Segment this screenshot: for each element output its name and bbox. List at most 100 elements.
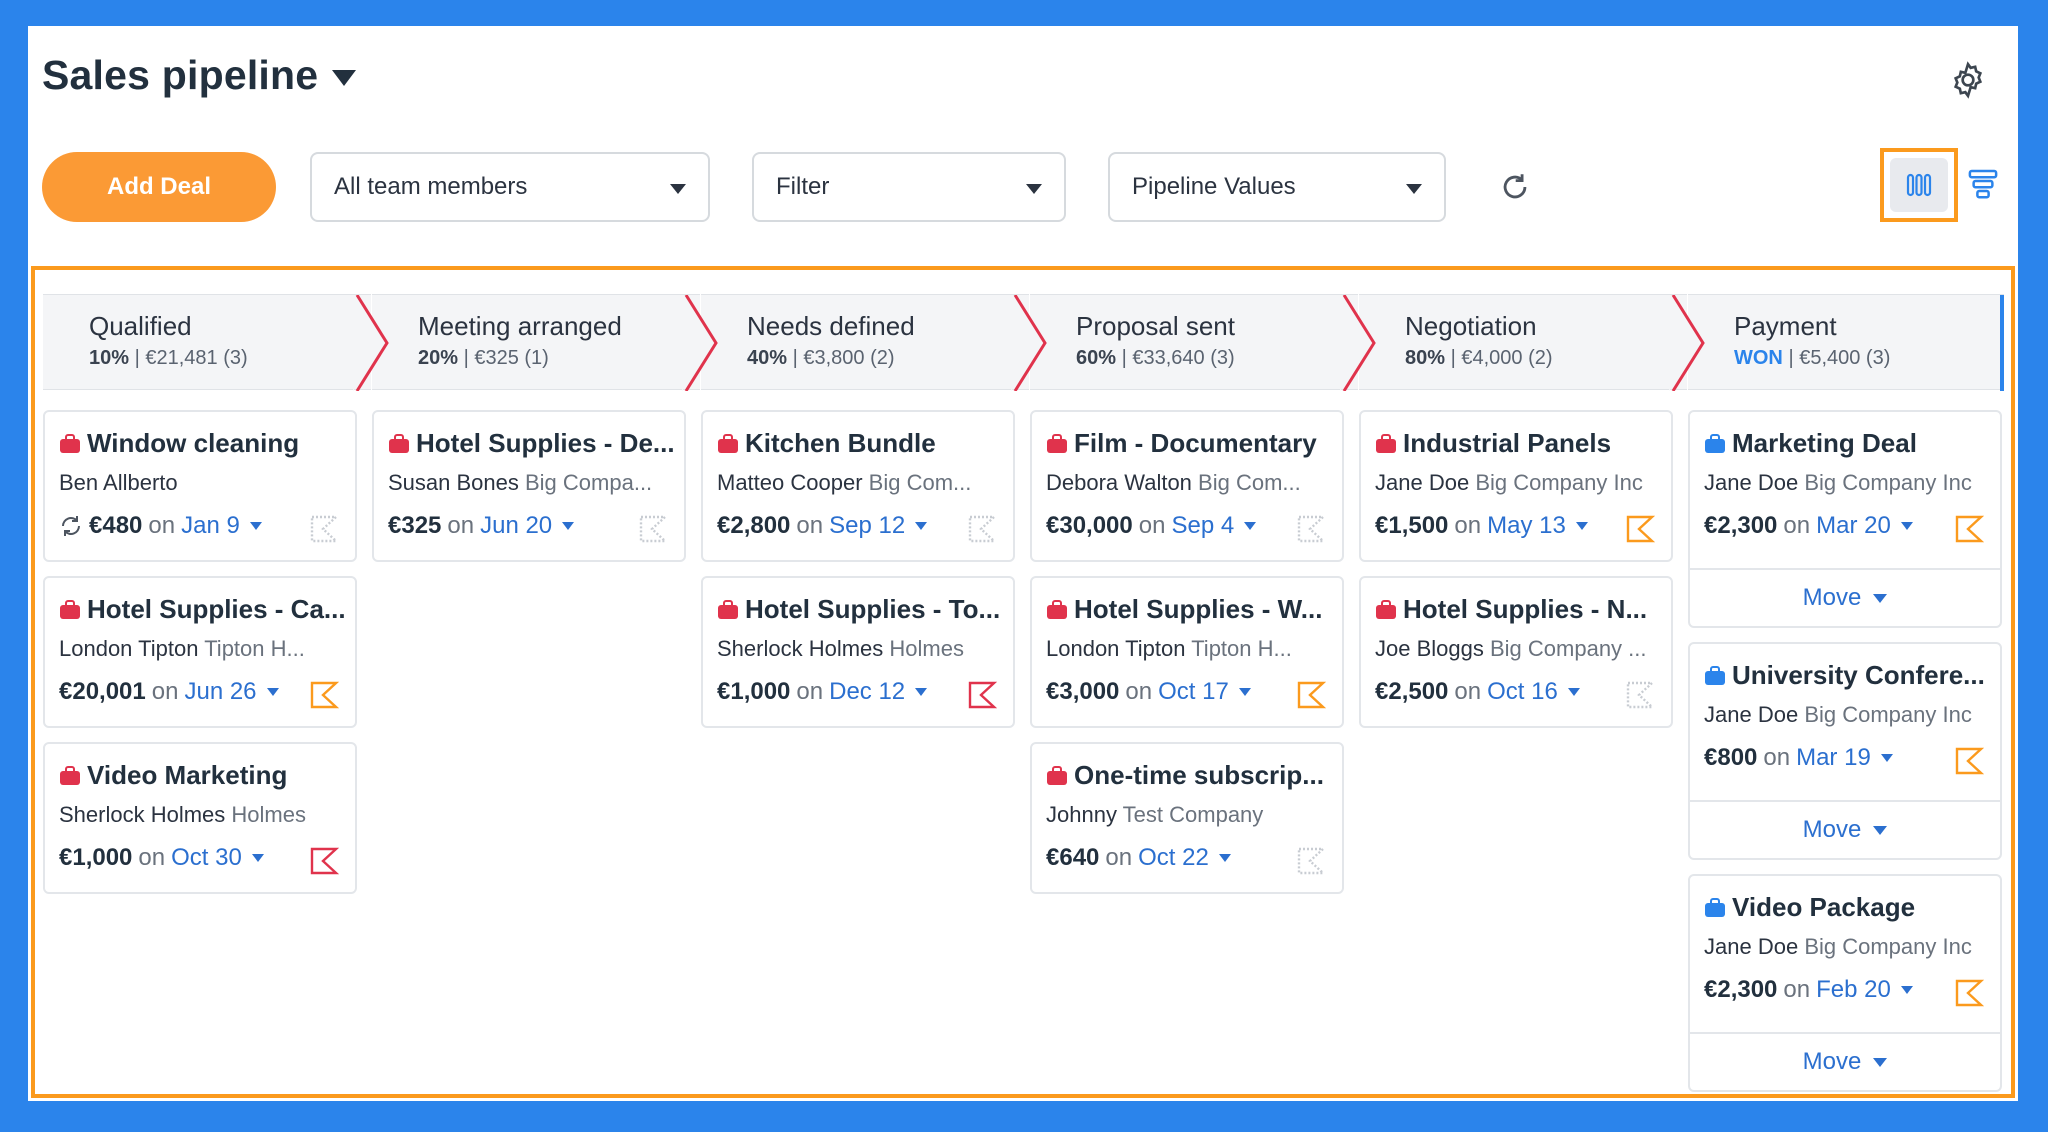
warn-flag-icon[interactable] bbox=[309, 680, 340, 710]
caret-down-icon[interactable] bbox=[1900, 986, 1913, 994]
caret-down-icon[interactable] bbox=[332, 69, 357, 86]
deal-card[interactable]: University Confere... Jane Doe Big Compan… bbox=[1688, 642, 2002, 860]
deal-title[interactable]: University Confere... bbox=[1704, 660, 1996, 691]
deal-title[interactable]: Industrial Panels bbox=[1375, 428, 1667, 459]
refresh-icon[interactable] bbox=[1498, 170, 1532, 204]
close-date[interactable]: Oct 17 bbox=[1158, 678, 1229, 706]
stage-column: Kitchen Bundle Matteo Cooper Big Com... €2… bbox=[701, 410, 1015, 742]
warn-flag-icon[interactable] bbox=[1625, 514, 1656, 544]
caret-down-icon[interactable] bbox=[1900, 522, 1913, 530]
deal-contact: Susan Bones Big Compa... bbox=[388, 470, 678, 496]
caret-down-icon[interactable] bbox=[1244, 522, 1257, 530]
warn-flag-icon[interactable] bbox=[1954, 746, 1985, 776]
briefcase-icon bbox=[1705, 665, 1725, 685]
deal-card[interactable]: Marketing Deal Jane Doe Big Company Inc €2… bbox=[1688, 410, 2002, 628]
deal-value-row: €640 on Oct 22 bbox=[1046, 844, 1231, 872]
deal-card[interactable]: Kitchen Bundle Matteo Cooper Big Com... €2… bbox=[701, 410, 1015, 562]
stage-name: Meeting arranged bbox=[418, 311, 622, 341]
deal-value-row: €480 on Jan 9 bbox=[59, 512, 262, 540]
close-date[interactable]: Dec 12 bbox=[829, 678, 905, 706]
caret-down-icon[interactable] bbox=[915, 688, 928, 696]
neutral-flag-icon[interactable] bbox=[1296, 514, 1327, 544]
close-date[interactable]: Mar 20 bbox=[1816, 512, 1891, 540]
stage-chevron-icon bbox=[353, 295, 389, 391]
caret-down-icon[interactable] bbox=[1880, 754, 1893, 762]
deal-card[interactable]: Video Marketing Sherlock Holmes Holmes €1,… bbox=[43, 742, 357, 894]
pipeline-values-select[interactable]: Pipeline Values bbox=[1108, 152, 1446, 222]
deal-card[interactable]: Window cleaning Ben Allberto €480 on Jan 9 bbox=[43, 410, 357, 562]
team-members-select[interactable]: All team members bbox=[310, 152, 710, 222]
close-date[interactable]: Jun 20 bbox=[480, 512, 552, 540]
deal-card[interactable]: Industrial Panels Jane Doe Big Company In… bbox=[1359, 410, 1673, 562]
deal-title[interactable]: Hotel Supplies - W... bbox=[1046, 594, 1338, 625]
caret-down-icon[interactable] bbox=[1238, 688, 1251, 696]
move-label: Move bbox=[1802, 1048, 1862, 1075]
close-date[interactable]: Sep 12 bbox=[829, 512, 905, 540]
deal-title[interactable]: Hotel Supplies - De... bbox=[388, 428, 680, 459]
move-button[interactable]: Move bbox=[1690, 568, 2000, 626]
caret-down-icon[interactable] bbox=[915, 522, 928, 530]
caret-down-icon[interactable] bbox=[1575, 522, 1588, 530]
caret-down-icon[interactable] bbox=[1218, 854, 1231, 862]
board-view-toggle[interactable] bbox=[1880, 148, 1958, 222]
gear-icon[interactable] bbox=[1948, 60, 1988, 100]
neutral-flag-icon[interactable] bbox=[967, 514, 998, 544]
caret-down-icon[interactable] bbox=[249, 522, 262, 530]
deal-amount: €800 bbox=[1704, 744, 1758, 771]
deal-amount: €640 bbox=[1046, 844, 1100, 871]
warn-flag-icon[interactable] bbox=[1296, 680, 1327, 710]
stage-summary: 10% | €21,481 (3) bbox=[89, 347, 248, 370]
deal-card[interactable]: Hotel Supplies - W... London Tipton Tipto… bbox=[1030, 576, 1344, 728]
close-date[interactable]: Feb 20 bbox=[1816, 976, 1891, 1004]
filter-select[interactable]: Filter bbox=[752, 152, 1066, 222]
deal-card[interactable]: Hotel Supplies - N... Joe Bloggs Big Comp… bbox=[1359, 576, 1673, 728]
caret-down-icon[interactable] bbox=[1567, 688, 1580, 696]
deal-card[interactable]: Video Package Jane Doe Big Company Inc €2,… bbox=[1688, 874, 2002, 1092]
deal-card[interactable]: Hotel Supplies - To... Sherlock Holmes Ho… bbox=[701, 576, 1015, 728]
neutral-flag-icon[interactable] bbox=[1625, 680, 1656, 710]
move-button[interactable]: Move bbox=[1690, 1032, 2000, 1090]
overdue-flag-icon[interactable] bbox=[309, 846, 340, 876]
deal-title[interactable]: Hotel Supplies - To... bbox=[717, 594, 1009, 625]
deal-title[interactable]: Video Package bbox=[1704, 892, 1996, 923]
deal-card[interactable]: Film - Documentary Debora Walton Big Com.… bbox=[1030, 410, 1344, 562]
stage-probability: 40% bbox=[747, 347, 788, 369]
stage-end-marker bbox=[2000, 295, 2004, 391]
deal-title[interactable]: Window cleaning bbox=[59, 428, 351, 459]
add-deal-button[interactable]: Add Deal bbox=[42, 152, 276, 222]
close-date[interactable]: Mar 19 bbox=[1796, 744, 1871, 772]
close-date[interactable]: Oct 30 bbox=[171, 844, 242, 872]
close-date[interactable]: Jan 9 bbox=[181, 512, 240, 540]
deal-title[interactable]: Video Marketing bbox=[59, 760, 351, 791]
funnel-view-icon[interactable] bbox=[1968, 166, 1998, 206]
caret-down-icon[interactable] bbox=[266, 688, 279, 696]
close-date[interactable]: May 13 bbox=[1487, 512, 1566, 540]
deal-title[interactable]: Marketing Deal bbox=[1704, 428, 1996, 459]
deal-title[interactable]: Kitchen Bundle bbox=[717, 428, 1009, 459]
deal-card[interactable]: One-time subscrip... Johnny Test Company €… bbox=[1030, 742, 1344, 894]
close-date[interactable]: Oct 16 bbox=[1487, 678, 1558, 706]
close-date[interactable]: Jun 26 bbox=[184, 678, 256, 706]
overdue-flag-icon[interactable] bbox=[967, 680, 998, 710]
warn-flag-icon[interactable] bbox=[1954, 978, 1985, 1008]
deal-title[interactable]: Hotel Supplies - Ca... bbox=[59, 594, 351, 625]
deal-title[interactable]: Hotel Supplies - N... bbox=[1375, 594, 1667, 625]
close-date[interactable]: Oct 22 bbox=[1138, 844, 1209, 872]
deal-amount: €3,000 bbox=[1046, 678, 1120, 705]
deal-card[interactable]: Hotel Supplies - Ca... London Tipton Tipt… bbox=[43, 576, 357, 728]
deal-title[interactable]: One-time subscrip... bbox=[1046, 760, 1338, 791]
contact-name: Sherlock Holmes bbox=[59, 802, 226, 827]
move-button[interactable]: Move bbox=[1690, 800, 2000, 858]
neutral-flag-icon[interactable] bbox=[309, 514, 340, 544]
deal-title[interactable]: Film - Documentary bbox=[1046, 428, 1338, 459]
neutral-flag-icon[interactable] bbox=[638, 514, 669, 544]
caret-down-icon[interactable] bbox=[251, 854, 264, 862]
close-date[interactable]: Sep 4 bbox=[1171, 512, 1234, 540]
caret-down-icon[interactable] bbox=[562, 522, 575, 530]
deal-card[interactable]: Hotel Supplies - De... Susan Bones Big Co… bbox=[372, 410, 686, 562]
warn-flag-icon[interactable] bbox=[1954, 514, 1985, 544]
neutral-flag-icon[interactable] bbox=[1296, 846, 1327, 876]
deal-title-text: University Confere... bbox=[1732, 660, 1985, 690]
filter-select-value: Filter bbox=[776, 173, 830, 200]
pipeline-title-selector[interactable]: Sales pipeline bbox=[42, 52, 357, 99]
